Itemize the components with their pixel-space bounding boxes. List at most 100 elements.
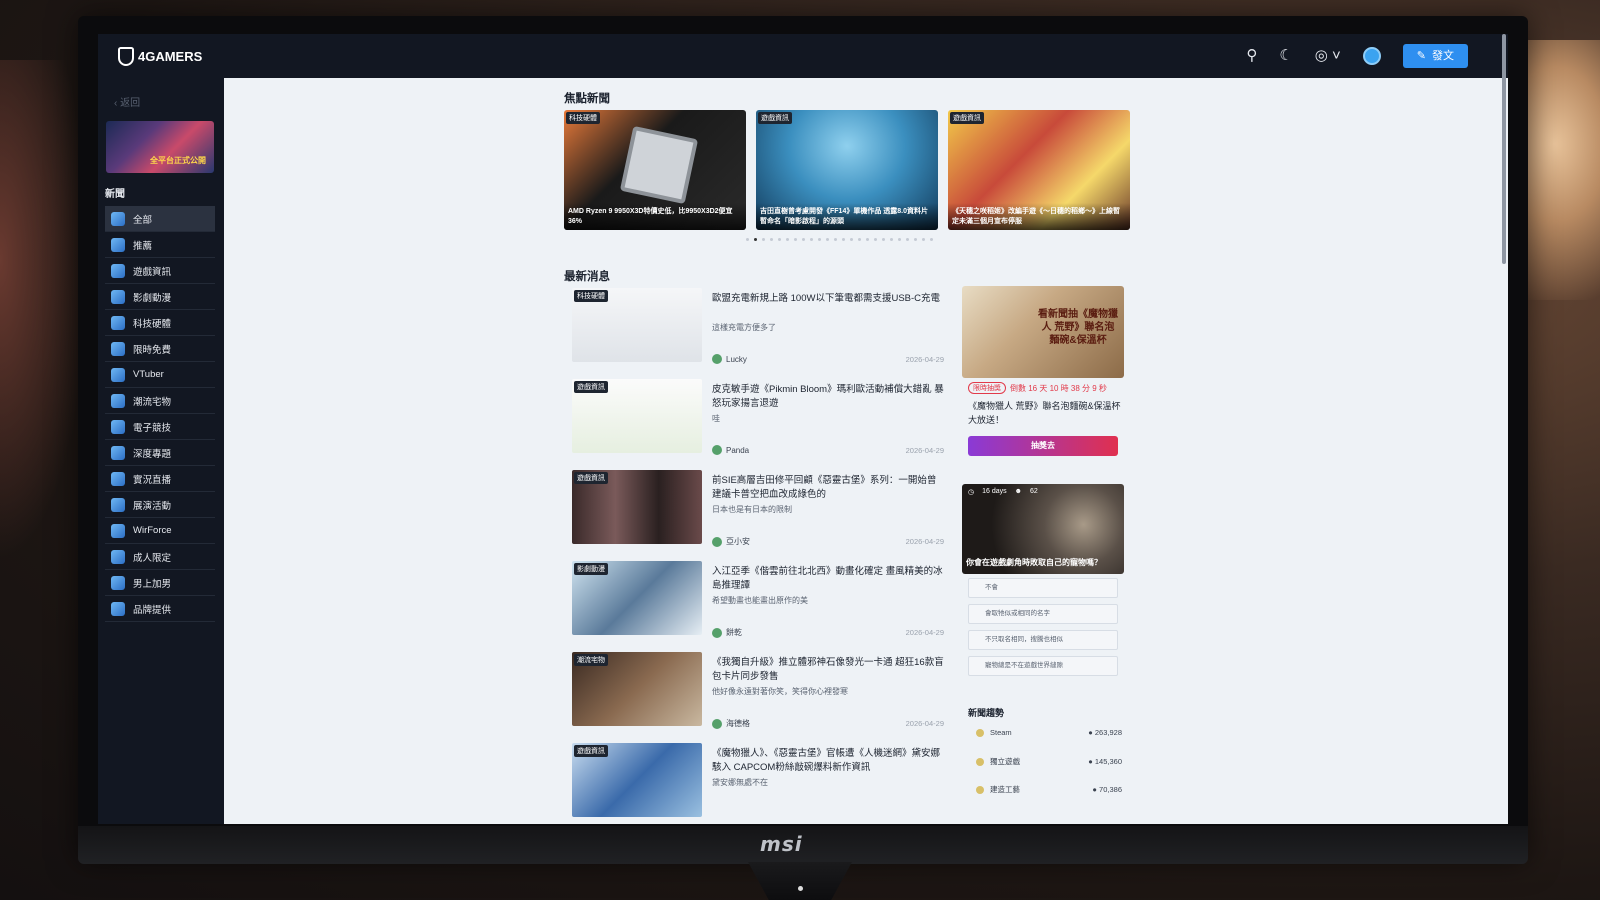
carousel-dot[interactable] [842,238,845,241]
trend-item[interactable]: 建造工藝 ● 70,386 [976,784,1122,795]
news-author[interactable]: 亞小安 [726,536,750,547]
carousel-dot[interactable] [746,238,749,241]
carousel-dot[interactable] [874,238,877,241]
carousel-dot[interactable] [882,238,885,241]
carousel-dot[interactable] [778,238,781,241]
lottery-ad-banner[interactable]: 看新聞抽《魔物獵人 荒野》聯名泡麵碗&保溫杯 [962,286,1124,378]
news-title[interactable]: 《我獨自升級》推立體邪神石像發光一卡通 超狂16款盲包卡片同步發售 [712,656,944,685]
sidebar-item[interactable]: 實況直播 [105,466,215,492]
featured-tag: 科技硬體 [566,112,600,124]
news-title[interactable]: 歐盟充電新規上路 100W以下筆電都需支援USB-C充電 [712,292,944,306]
sidebar-item[interactable]: 限時免費 [105,336,215,362]
news-item[interactable]: 遊戲資訊 皮克敏手遊《Pikmin Bloom》瑪利歐活動補償大錯亂 暴怒玩家揚言… [572,379,946,459]
carousel-dot[interactable] [890,238,893,241]
sidebar-item-label: 展演活動 [133,500,172,512]
carousel-dot[interactable] [906,238,909,241]
category-icon [111,263,125,278]
news-thumbnail[interactable]: 潮流宅物 [572,652,702,726]
poll-option[interactable]: 寵物總是不在遊戲世界縫隙 [968,656,1118,676]
news-item[interactable]: 潮流宅物 《我獨自升級》推立體邪神石像發光一卡通 超狂16款盲包卡片同步發售 他好像… [572,652,946,732]
news-author[interactable]: 餅乾 [726,627,742,638]
carousel-dot[interactable] [810,238,813,241]
sidebar-item[interactable]: VTuber [105,362,215,388]
featured-card[interactable]: 遊戲資訊 《天穗之咲稻姬》改編手遊《～日穗的稻鄉～》上線暫定未滿三個月宣布停服 [948,110,1130,230]
featured-card[interactable]: 科技硬體 AMD Ryzen 9 9950X3D特價史低，比9950X3D2便宜… [564,110,746,230]
trend-item[interactable]: Steam ● 263,928 [976,728,1122,737]
carousel-dot[interactable] [922,238,925,241]
category-icon [111,315,125,330]
news-thumbnail[interactable]: 遊戲資訊 [572,470,702,544]
dark-mode-moon-icon[interactable]: ☾ [1279,42,1292,70]
trend-item[interactable]: 獨立遊戲 ● 145,360 [976,756,1122,767]
language-globe-icon[interactable]: ◎ ˅ [1315,42,1341,70]
carousel-dot[interactable] [762,238,765,241]
news-thumbnail[interactable]: 遊戲資訊 [572,379,702,453]
carousel-dot[interactable] [818,238,821,241]
carousel-dot[interactable] [930,238,933,241]
carousel-dot[interactable] [754,238,757,241]
carousel-dot[interactable] [786,238,789,241]
category-icon [111,237,125,252]
news-title[interactable]: 皮克敏手遊《Pikmin Bloom》瑪利歐活動補償大錯亂 暴怒玩家揚言退遊 [712,383,944,412]
category-icon [111,367,125,382]
news-item[interactable]: 遊戲資訊 前SIE高層吉田修平回顧《惡靈古堡》系列：一開始曾建議卡普空把血改成綠色… [572,470,946,550]
news-item[interactable]: 遊戲資訊 《魔物獵人》、《惡靈古堡》官帳遭《人機迷網》黛安娜駭入 CAPCOM粉絲… [572,743,946,823]
news-title[interactable]: 《魔物獵人》、《惡靈古堡》官帳遭《人機迷網》黛安娜駭入 CAPCOM粉絲敲碗爆料… [712,747,944,776]
news-title[interactable]: 前SIE高層吉田修平回顧《惡靈古堡》系列：一開始曾建議卡普空把血改成綠色的 [712,474,944,503]
shield-logo-icon [118,46,134,66]
draw-button[interactable]: 抽獎去 [968,436,1118,456]
sidebar-item-label: 實況直播 [133,474,172,486]
carousel-pagination [746,238,933,241]
news-subtitle: 希望動畫也能畫出原作的美 [712,596,808,605]
poll-option[interactable]: 會取牠似或相同的名字 [968,604,1118,624]
news-title[interactable]: 入江亞季《偕雲前往北北西》動畫化確定 畫風精美的冰島推理譚 [712,565,944,594]
sidebar-item[interactable]: 推薦 [105,232,215,258]
news-item[interactable]: 影劇動漫 入江亞季《偕雲前往北北西》動畫化確定 畫風精美的冰島推理譚希望動畫也能畫… [572,561,946,641]
back-link[interactable]: ‹ 返回 [114,94,224,109]
news-thumbnail[interactable]: 影劇動漫 [572,561,702,635]
site-logo[interactable]: 4GAMERS [118,46,202,66]
sidebar-item[interactable]: 展演活動 [105,492,215,518]
sidebar-item[interactable]: 遊戲資訊 [105,258,215,284]
sidebar-item[interactable]: 全部 [105,206,215,232]
page-scrollbar[interactable] [1502,34,1506,264]
user-avatar[interactable] [1362,47,1381,65]
clock-icon: ◷ [968,489,975,496]
sidebar-item[interactable]: 品牌提供 [105,596,215,622]
sidebar-item[interactable]: 影劇動漫 [105,284,215,310]
news-author[interactable]: Panda [726,446,749,455]
poll-card[interactable]: ◷ 16 days ☻ 62 你會在遊戲劇角時敗取自己的寵物嗎？ [962,484,1124,574]
news-thumbnail[interactable]: 遊戲資訊 [572,743,702,817]
sidebar-item[interactable]: 電子競技 [105,414,215,440]
sidebar-item[interactable]: 深度專題 [105,440,215,466]
news-thumbnail[interactable]: 科技硬體 [572,288,702,362]
post-button[interactable]: ✎ 發文 [1402,44,1468,68]
news-item[interactable]: 科技硬體 歐盟充電新規上路 100W以下筆電都需支援USB-C充電 這樣充電方便多了… [572,288,946,368]
poll-option[interactable]: 不只取名相同，搜騰也相似 [968,630,1118,650]
news-author[interactable]: 海德格 [726,718,750,729]
carousel-dot[interactable] [834,238,837,241]
carousel-dot[interactable] [826,238,829,241]
sidebar-promo-banner[interactable]: 全平台正式公開 [106,121,214,173]
carousel-dot[interactable] [866,238,869,241]
carousel-dot[interactable] [898,238,901,241]
carousel-dot[interactable] [914,238,917,241]
news-author[interactable]: Lucky [726,355,747,364]
sidebar-item[interactable]: 成人限定 [105,544,215,570]
sidebar-item[interactable]: WirForce [105,518,215,544]
sidebar-item[interactable]: 科技硬體 [105,310,215,336]
category-icon [111,341,125,356]
search-icon[interactable]: ⚲ [1246,42,1257,70]
sidebar-item[interactable]: 男上加男 [105,570,215,596]
category-icon [111,575,125,590]
poll-option[interactable]: 不會 [968,578,1118,598]
featured-card[interactable]: 遊戲資訊 吉田直樹曾考慮開發《FF14》單機作品 透露8.0資料片暫命名「暗影啟… [756,110,938,230]
carousel-dot[interactable] [794,238,797,241]
news-date: 2026-04-29 [905,354,944,364]
news-date: 2026-04-29 [905,628,944,637]
sidebar-item[interactable]: 潮流宅物 [105,388,215,414]
carousel-dot[interactable] [802,238,805,241]
carousel-dot[interactable] [858,238,861,241]
carousel-dot[interactable] [850,238,853,241]
carousel-dot[interactable] [770,238,773,241]
